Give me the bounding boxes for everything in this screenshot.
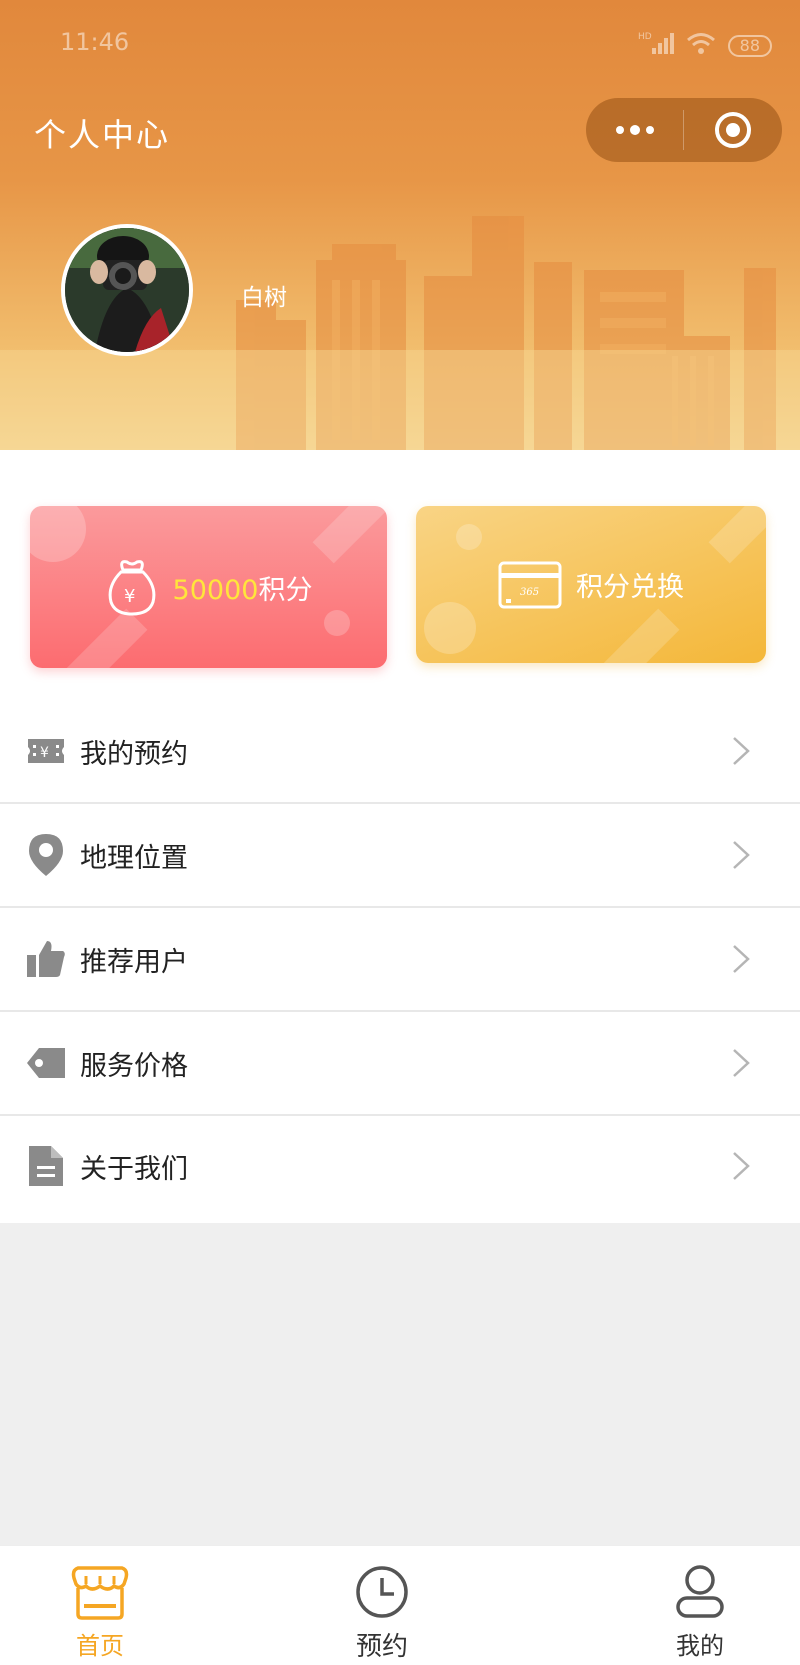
shop-icon xyxy=(71,1566,129,1620)
menu-item-label: 地理位置 xyxy=(80,842,188,874)
wifi-icon xyxy=(686,31,716,61)
clock-icon xyxy=(356,1566,408,1618)
chevron-right-icon xyxy=(733,945,750,973)
menu-item-recommend-users[interactable]: 推荐用户 xyxy=(0,908,800,1012)
menu-item-my-reservations[interactable]: ¥ 我的预约 xyxy=(0,700,800,804)
status-time: 11:46 xyxy=(60,28,130,56)
tab-label: 首页 xyxy=(76,1632,124,1660)
username: 白树 xyxy=(241,285,287,311)
menu-item-label: 我的预约 xyxy=(80,738,188,770)
tab-mine[interactable]: 我的 xyxy=(640,1564,760,1661)
card-icon: 365 xyxy=(498,561,562,608)
status-bar: 11:46 HD 88 xyxy=(0,20,800,70)
tab-home[interactable]: 首页 xyxy=(40,1564,160,1661)
chevron-right-icon xyxy=(733,1049,750,1077)
miniprogram-capsule xyxy=(586,98,782,162)
more-options-button[interactable] xyxy=(586,98,683,162)
menu-item-service-prices[interactable]: 服务价格 xyxy=(0,1012,800,1116)
menu-item-about-us[interactable]: 关于我们 xyxy=(0,1116,800,1216)
menu-item-label: 推荐用户 xyxy=(80,946,188,978)
signal-icon: HD xyxy=(638,30,674,62)
page-title: 个人中心 xyxy=(34,116,171,154)
ticket-yen-icon: ¥ xyxy=(26,731,66,771)
points-unit: 积分 xyxy=(258,574,313,606)
target-circle-icon xyxy=(714,112,751,148)
person-icon xyxy=(676,1565,724,1618)
svg-text:HD: HD xyxy=(638,32,652,42)
svg-text:¥: ¥ xyxy=(124,586,135,607)
points-exchange-card[interactable]: 365 积分兑换 xyxy=(416,506,766,663)
thumbs-up-icon xyxy=(26,939,66,979)
points-card[interactable]: ¥ 50000积分 xyxy=(30,506,387,668)
chevron-right-icon xyxy=(733,1152,750,1180)
tab-label: 我的 xyxy=(676,1632,724,1660)
avatar[interactable] xyxy=(61,224,193,356)
price-tag-icon xyxy=(26,1043,66,1083)
money-bag-icon: ¥ xyxy=(108,560,155,616)
tab-label: 预约 xyxy=(355,1632,408,1662)
chevron-right-icon xyxy=(733,841,750,869)
exchange-label: 积分兑换 xyxy=(576,572,684,603)
menu-item-label: 服务价格 xyxy=(80,1050,188,1082)
location-pin-icon xyxy=(26,834,66,876)
menu-item-location[interactable]: 地理位置 xyxy=(0,804,800,908)
points-value: 50000 xyxy=(172,574,259,606)
chevron-right-icon xyxy=(733,737,750,765)
document-icon xyxy=(26,1146,66,1186)
tab-reservation[interactable]: 预约 xyxy=(322,1564,442,1663)
svg-text:365: 365 xyxy=(520,587,539,598)
close-miniprogram-button[interactable] xyxy=(684,98,781,162)
bottom-tab-bar: 首页 预约 我的 xyxy=(0,1545,800,1665)
battery-indicator: 88 xyxy=(727,35,772,57)
menu-list: ¥ 我的预约 地理位置 推荐用户 服务价格 关于我们 xyxy=(0,700,800,1216)
profile-header: 11:46 HD 88 个人中心 白树 xyxy=(0,0,800,450)
svg-text:¥: ¥ xyxy=(40,745,49,761)
avatar-photo xyxy=(65,228,189,352)
menu-item-label: 关于我们 xyxy=(80,1153,188,1185)
more-dots-icon xyxy=(615,125,654,135)
